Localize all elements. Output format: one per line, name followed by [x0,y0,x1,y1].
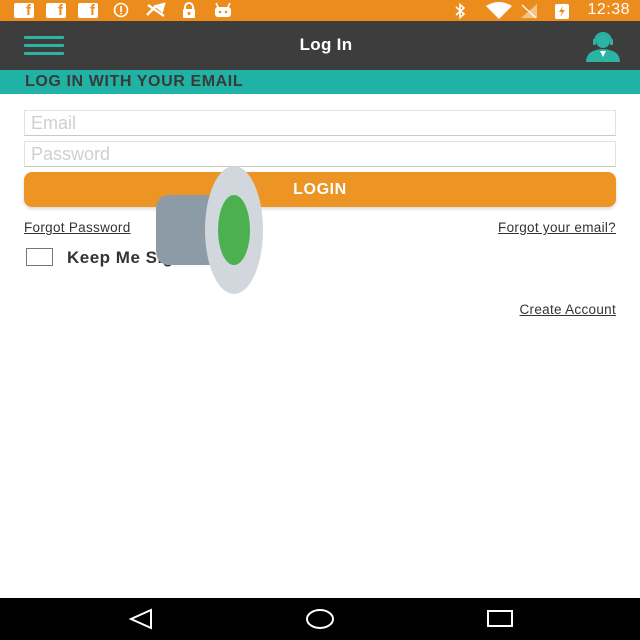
recent-apps-icon[interactable] [485,607,515,631]
support-agent-icon[interactable] [582,30,624,62]
status-bar: f f f 12:38 [0,0,640,21]
android-icon [212,2,234,18]
no-signal-icon [519,2,541,19]
section-header: LOG IN WITH YOUR EMAIL [0,70,640,94]
back-icon[interactable] [127,607,157,631]
lock-icon [178,2,200,18]
page-title: Log In [299,35,353,54]
navigation-bar [0,598,640,640]
facebook-icon: f [78,2,98,18]
info-icon [110,2,132,18]
email-field[interactable] [24,110,616,136]
tools-icon [144,2,166,18]
section-title: LOG IN WITH YOUR EMAIL [25,73,244,90]
facebook-icon: f [46,2,66,18]
status-time: 12:38 [587,1,630,18]
notification-icons: f f f [14,2,234,18]
bluetooth-icon [451,2,473,20]
keep-signed-in-checkbox[interactable] [26,248,53,266]
password-field[interactable] [24,141,616,167]
wifi-icon [485,2,513,19]
battery-charging-icon [553,2,575,19]
login-button[interactable]: LOGIN [24,172,616,207]
toolbar: Log In [0,21,640,70]
facebook-icon: f [14,2,34,18]
forgot-email-link[interactable]: Forgot your email? [498,220,616,235]
forgot-password-link[interactable]: Forgot Password [24,220,131,235]
floating-camera-icon[interactable] [150,160,270,300]
system-icons: 12:38 [451,1,630,20]
home-icon[interactable] [304,607,334,631]
create-account-link[interactable]: Create Account [519,302,616,317]
